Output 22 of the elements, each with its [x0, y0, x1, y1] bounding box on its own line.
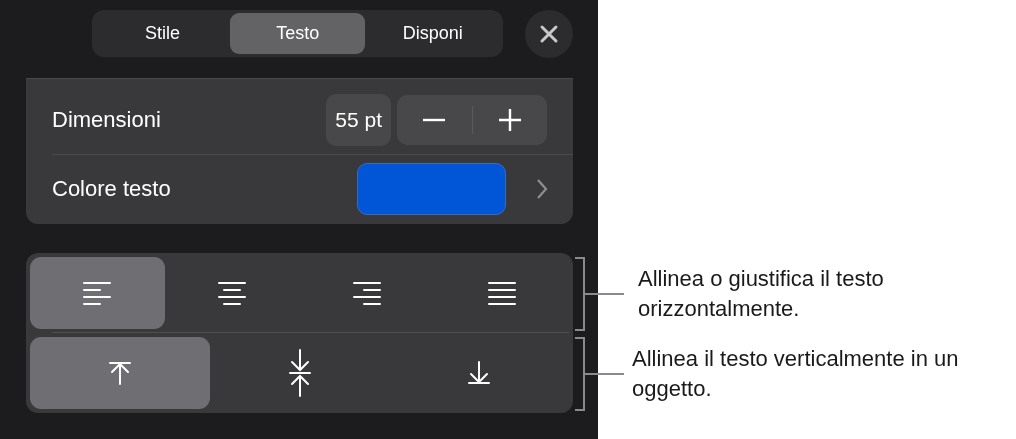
tab[interactable]: Testo	[230, 13, 366, 54]
tab[interactable]: Disponi	[365, 13, 501, 54]
size-value: 55 pt	[326, 94, 391, 146]
plus-icon	[497, 108, 522, 132]
text-align-icon	[83, 281, 112, 305]
callout-text: Allinea o giustifica il testo orizzontalmente.	[638, 265, 885, 323]
text-align-icon	[352, 281, 381, 305]
align-bottom-icon	[468, 361, 491, 385]
align-top-icon	[108, 361, 131, 385]
minus-icon	[422, 118, 447, 122]
callout-text: Allinea il testo verticalmente in un oggetto.	[632, 345, 960, 403]
valign-button[interactable]	[30, 337, 210, 409]
color-swatch[interactable]	[357, 163, 506, 215]
align-middle-icon	[288, 349, 311, 397]
setting-label: Dimensioni	[52, 107, 162, 133]
text-align-icon	[218, 281, 247, 305]
close-icon	[539, 23, 560, 44]
tab[interactable]: Stile	[95, 13, 231, 54]
chevron-icon	[536, 178, 548, 200]
text-align-icon	[487, 281, 516, 305]
close-button[interactable]	[525, 9, 573, 58]
setting-label: Colore testo	[52, 176, 172, 202]
